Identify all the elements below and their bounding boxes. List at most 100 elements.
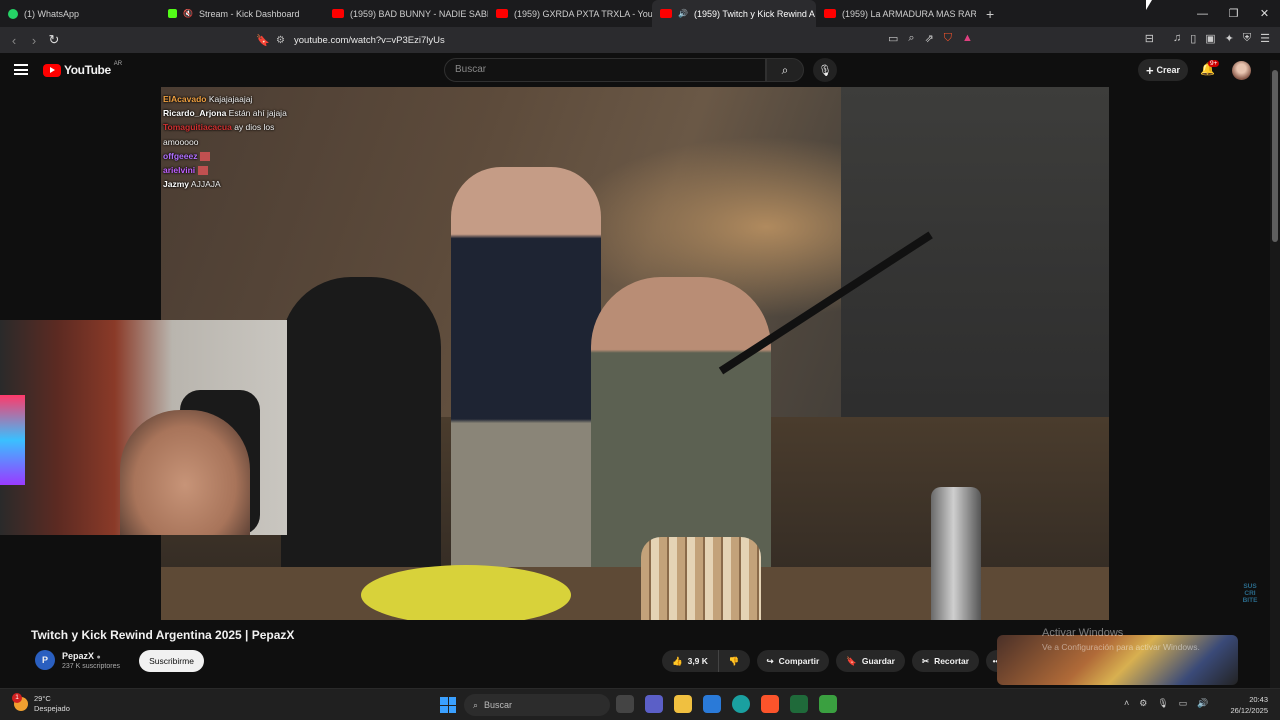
search-icon: ⌕: [781, 62, 789, 77]
share-icon[interactable]: ⇗: [925, 32, 934, 45]
windows-activation-watermark: Activar Windows Ve a Configuración para …: [1042, 627, 1200, 652]
verified-icon: ●: [96, 654, 101, 661]
share-button[interactable]: ↪ Compartir: [756, 650, 830, 672]
windows-start-icon[interactable]: [440, 697, 456, 713]
site-info-icon[interactable]: ⚙: [276, 35, 294, 46]
like-button[interactable]: 👍 3,9 K: [662, 650, 718, 672]
subscribe-button[interactable]: Suscribirme: [139, 650, 204, 672]
store-icon[interactable]: [703, 695, 721, 713]
webcam-streamer: [120, 410, 250, 535]
back-icon[interactable]: ‹: [4, 33, 24, 48]
scrollbar-thumb[interactable]: [1272, 70, 1278, 242]
rewards-icon[interactable]: ▲: [962, 32, 973, 45]
stream-chat-overlay: ElAcavado Kajajajaajaj Ricardo_Arjona Es…: [163, 92, 287, 191]
chat-message: offgeeez: [163, 149, 287, 163]
tab-armadura[interactable]: (1959) La ARMADURA MAS RARA de: [816, 0, 976, 27]
youtube-logo[interactable]: YouTube AR: [43, 61, 122, 77]
hamburger-menu-icon[interactable]: [14, 64, 28, 75]
vpn-icon[interactable]: ⛨: [1243, 32, 1251, 45]
tab-bad-bunny[interactable]: (1959) BAD BUNNY - NADIE SABE (V: [324, 0, 488, 27]
subscribe-overlay-badge: SUS CRI BITE: [1242, 583, 1258, 604]
forward-icon[interactable]: ›: [24, 33, 44, 48]
teams-icon[interactable]: [645, 695, 663, 713]
webcam-rgb-light: [0, 395, 25, 485]
leo-ai-icon[interactable]: ✦: [1225, 32, 1234, 45]
taskbar-search[interactable]: ⌕ Buscar: [464, 694, 610, 716]
discord-like-icon[interactable]: [790, 695, 808, 713]
sidebar-icon[interactable]: ▯: [1190, 32, 1196, 45]
account-avatar[interactable]: [1232, 61, 1251, 80]
bookmark-icon[interactable]: 🔖: [256, 34, 276, 47]
url-text[interactable]: youtube.com/watch?v=vP3Ezi7lyUs: [294, 35, 445, 46]
restore-icon[interactable]: ❐: [1218, 0, 1249, 27]
show-hidden-icons[interactable]: ˄: [1124, 698, 1129, 709]
close-window-icon[interactable]: ✕: [1249, 0, 1280, 27]
video-thermos: [931, 487, 981, 620]
chat-message: ElAcavado Kajajajaajaj: [163, 94, 253, 104]
youtube-favicon-icon: [496, 9, 508, 18]
tab-whatsapp[interactable]: (1) WhatsApp: [0, 0, 160, 27]
youtube-favicon-icon: [660, 9, 672, 18]
save-button[interactable]: 🔖 Guardar: [836, 650, 905, 672]
scissors-icon: ✂: [921, 655, 930, 666]
video-title: Twitch y Kick Rewind Argentina 2025 | Pe…: [31, 628, 295, 642]
muted-icon: 🔇: [183, 9, 193, 18]
volume-icon[interactable]: 🔊: [1197, 698, 1208, 709]
whatsapp-icon: [8, 8, 18, 19]
chat-message: amooooo: [163, 136, 199, 147]
youtube-favicon-icon: [332, 9, 344, 18]
minimize-icon[interactable]: —: [1187, 0, 1218, 27]
edge-icon[interactable]: [732, 695, 750, 713]
microphone-tray-icon[interactable]: 🎙: [1157, 698, 1168, 709]
share-arrow-icon: ↪: [766, 655, 774, 666]
network-icon[interactable]: ▭: [1179, 698, 1188, 709]
page-scrollbar[interactable]: [1270, 60, 1280, 688]
brave-icon[interactable]: [761, 695, 779, 713]
cast-icon[interactable]: ▭: [888, 32, 898, 45]
mouse-cursor-icon: [1146, 0, 1152, 10]
tab-twitch-kick-rewind[interactable]: 🔊 (1959) Twitch y Kick Rewind A ✕: [652, 0, 816, 27]
subscriber-count: 237 K suscriptores: [62, 663, 120, 670]
search-button[interactable]: ⌕: [766, 58, 804, 82]
wallet-icon[interactable]: ▣: [1205, 32, 1215, 45]
kick-icon: [168, 9, 177, 18]
weather-widget[interactable]: 1 29°C Despejado: [12, 693, 70, 714]
create-button[interactable]: + Crear: [1138, 59, 1188, 81]
dislike-button[interactable]: 👎: [717, 650, 750, 672]
tab-kick-dashboard[interactable]: 🔇 Stream - Kick Dashboard: [160, 0, 324, 27]
voice-search-button[interactable]: 🎙: [813, 58, 837, 82]
thumbs-up-icon: 👍: [672, 655, 683, 666]
search-input[interactable]: Buscar: [444, 58, 766, 82]
chat-message: arielvini: [163, 163, 287, 177]
media-icon[interactable]: ♫: [1173, 32, 1181, 45]
video-actions: 👍3,9 K 👎 ↪Compartir 🔖Guardar ✂Recortar •…: [662, 650, 1009, 672]
bookmark-save-icon: 🔖: [846, 655, 857, 666]
reload-icon[interactable]: ↻: [44, 32, 64, 48]
channel-name[interactable]: PepazX ●: [62, 651, 101, 661]
tab-search-icon[interactable]: ⊟: [1145, 32, 1154, 45]
streamer-webcam-overlay: [0, 320, 287, 535]
browser-tab-bar: (1) WhatsApp 🔇 Stream - Kick Dashboard (…: [0, 0, 1280, 27]
file-explorer-icon[interactable]: [674, 695, 692, 713]
new-tab-button[interactable]: +: [976, 6, 1004, 22]
emote-icon: [197, 166, 208, 176]
clip-button[interactable]: ✂ Recortar: [911, 650, 980, 672]
channel-avatar[interactable]: P: [35, 650, 55, 670]
android-app-icon[interactable]: [819, 695, 837, 713]
tab-gxrda[interactable]: (1959) GXRDA PXTA TRXLA - YouTub: [488, 0, 652, 27]
chat-message: Tomaguitiacacua ay dios los: [163, 122, 275, 133]
plus-icon: +: [1145, 62, 1154, 78]
address-bar-actions: ▭ ⌕ ⇗ ⛉ ▲: [888, 32, 973, 45]
task-view-icon[interactable]: [616, 695, 634, 713]
system-clock[interactable]: 20:43 26/12/2025: [1226, 694, 1268, 716]
video-player[interactable]: [161, 87, 1109, 620]
sun-icon: 1: [12, 693, 28, 711]
browser-extensions: ⊟ ♫ ▯ ▣ ✦ ⛨ ☰: [1145, 32, 1270, 45]
tray-app-icon[interactable]: ⚙: [1139, 698, 1147, 709]
brave-shield-icon[interactable]: ⛉: [944, 32, 952, 45]
system-tray: ˄ ⚙ 🎙 ▭ 🔊: [1124, 698, 1209, 709]
windows-taskbar: 1 29°C Despejado ⌕ Buscar ˄ ⚙ 🎙 ▭ 🔊 20:43…: [0, 688, 1280, 720]
video-plaid-bag: [641, 537, 761, 620]
zoom-icon[interactable]: ⌕: [908, 32, 914, 45]
menu-icon[interactable]: ☰: [1260, 32, 1270, 45]
